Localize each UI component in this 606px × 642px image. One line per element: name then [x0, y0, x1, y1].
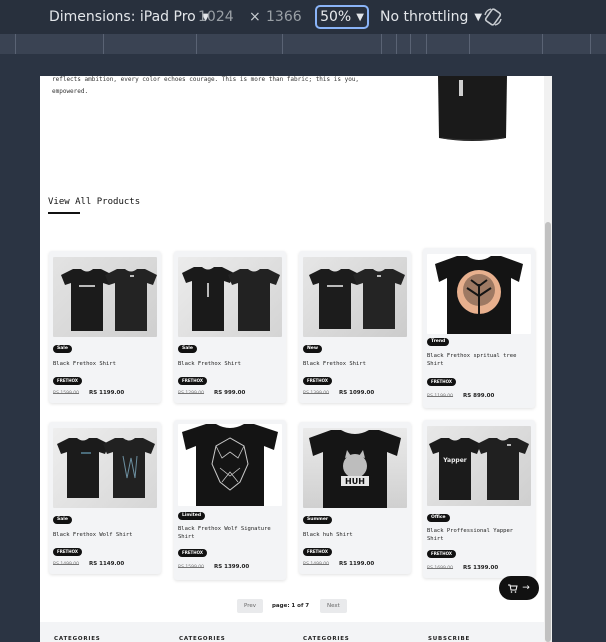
device-select[interactable]: Dimensions: iPad Pro ▼: [49, 9, 209, 25]
footer: CATEGORIES CATEGORIES CATEGORIES SUBSCRI…: [40, 622, 544, 642]
brand-badge: FRETHOX: [427, 378, 456, 386]
product-card[interactable]: Trend Black Frethox spritual tree Shirt …: [423, 248, 535, 408]
zoom-select[interactable]: 50% ▼: [315, 5, 369, 29]
width-input[interactable]: 1024: [198, 9, 234, 25]
scrollbar-thumb[interactable]: [545, 222, 551, 642]
old-price: RS 1499.00: [53, 562, 80, 567]
device-viewport: reflects ambition, every color echoes co…: [40, 76, 544, 642]
product-card[interactable]: Sale Black Frethox Shirt FRETHOX RS 1299…: [174, 251, 286, 403]
product-card[interactable]: Yapper Office Black Proffessional Yapper…: [423, 420, 535, 578]
price: RS 1149.00: [89, 561, 125, 567]
brand-badge: FRETHOX: [178, 549, 207, 557]
product-name: Black huh Shirt: [303, 532, 353, 538]
status-badge: Sale: [53, 516, 72, 524]
product-image: [53, 428, 157, 508]
prev-page-button[interactable]: Prev: [237, 599, 263, 613]
intro-text: reflects ambition, every color echoes co…: [52, 76, 360, 95]
price: RS 1399.00: [463, 565, 499, 571]
product-image: [178, 424, 282, 506]
yapper-graphic-text: Yapper: [442, 457, 467, 464]
hero-shirt-image: [438, 76, 507, 141]
price: RS 999.00: [214, 390, 246, 396]
brand-badge: FRETHOX: [303, 548, 332, 556]
throttling-select[interactable]: No throttling ▼: [380, 9, 482, 25]
product-name: Black Frethox Wolf Shirt: [53, 532, 133, 538]
cart-icon: [508, 584, 518, 593]
old-price: RS 1599.00: [178, 565, 205, 570]
view-all-products-link[interactable]: View All Products: [48, 197, 140, 207]
brand-badge: FRETHOX: [427, 550, 456, 558]
throttling-label: No throttling: [380, 9, 469, 25]
status-badge: Summer: [303, 516, 333, 524]
old-price: RS 1499.00: [303, 562, 330, 567]
old-price: RS 1699.00: [427, 566, 454, 571]
status-badge: New: [303, 345, 322, 353]
cart-button[interactable]: →: [499, 576, 539, 600]
device-select-label: Dimensions: iPad Pro: [49, 9, 196, 25]
old-price: RS 1599.00: [53, 391, 80, 396]
product-card[interactable]: HUH Summer Black huh Shirt FRETHOX RS 14…: [299, 422, 411, 574]
view-all-underline: [48, 212, 80, 214]
product-name: Black Frethox Shirt: [303, 361, 366, 367]
rotate-icon[interactable]: [482, 6, 504, 28]
product-image: HUH: [303, 428, 407, 508]
huh-graphic-text: HUH: [345, 477, 365, 486]
status-badge: Sale: [178, 345, 197, 353]
product-image: Yapper: [427, 426, 531, 506]
status-badge: Office: [427, 514, 450, 522]
footer-heading-categories: CATEGORIES: [179, 636, 226, 642]
product-image: [178, 257, 282, 337]
viewport-scrollbar[interactable]: [544, 76, 552, 642]
footer-heading-categories: CATEGORIES: [54, 636, 101, 642]
product-card[interactable]: New Black Frethox Shirt FRETHOX RS 1399.…: [299, 251, 411, 403]
product-image: [303, 257, 407, 337]
brand-badge: FRETHOX: [178, 377, 207, 385]
device-toolbar: Dimensions: iPad Pro ▼ 1024 × 1366 50% ▼…: [0, 0, 606, 34]
product-image: [53, 257, 157, 337]
price: RS 899.00: [463, 393, 495, 399]
zoom-value: 50%: [320, 9, 352, 25]
page-indicator: page: 1 of 7: [272, 603, 310, 609]
chevron-down-icon: ▼: [474, 11, 483, 23]
old-price: RS 1399.00: [303, 391, 330, 396]
product-name: Black Frethox Shirt: [178, 361, 241, 367]
status-badge: Limited: [178, 512, 206, 520]
product-name: Black Frethox Shirt: [53, 361, 116, 367]
chevron-down-icon: ▼: [356, 11, 364, 23]
height-input[interactable]: 1366: [266, 9, 302, 25]
product-card[interactable]: Sale Black Frethox Wolf Shirt FRETHOX RS…: [49, 422, 161, 574]
product-image: [427, 254, 531, 334]
product-name: Black Proffessional Yapper Shirt: [427, 528, 514, 542]
old-price: RS 1199.00: [427, 394, 454, 399]
price: RS 1199.00: [339, 561, 375, 567]
status-badge: Trend: [427, 338, 450, 346]
brand-badge: FRETHOX: [303, 377, 332, 385]
product-name: Black Frethox Wolf Signature Shirt: [178, 526, 271, 540]
status-badge: Sale: [53, 345, 72, 353]
product-card[interactable]: Sale Black Frethox Shirt FRETHOX RS 1599…: [49, 251, 161, 403]
arrow-right-icon: →: [522, 583, 530, 593]
brand-badge: FRETHOX: [53, 377, 82, 385]
old-price: RS 1299.00: [178, 391, 205, 396]
product-card[interactable]: Limited Black Frethox Wolf Signature Shi…: [174, 420, 286, 580]
price: RS 1399.00: [214, 564, 250, 570]
brand-badge: FRETHOX: [53, 548, 82, 556]
product-name: Black Frethox spritual tree Shirt: [427, 353, 517, 367]
price: RS 1199.00: [89, 390, 125, 396]
price: RS 1099.00: [339, 390, 375, 396]
media-query-ruler: [0, 34, 606, 54]
dimension-separator: ×: [249, 9, 261, 25]
footer-heading-categories: CATEGORIES: [303, 636, 350, 642]
next-page-button[interactable]: Next: [320, 599, 347, 613]
footer-heading-subscribe: SUBSCRIBE: [428, 636, 471, 642]
